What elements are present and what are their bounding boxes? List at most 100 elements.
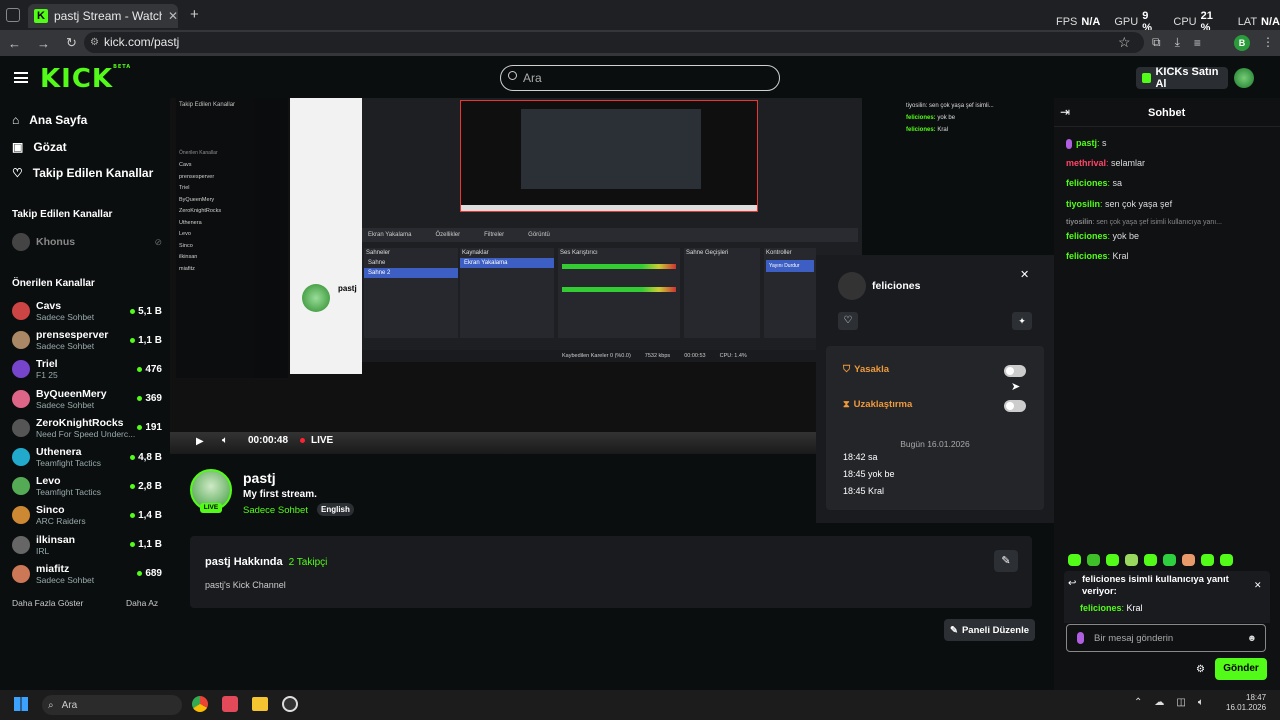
offline-icon: ⊘ <box>154 236 162 247</box>
app-icon[interactable] <box>222 696 238 712</box>
hamburger-menu-icon[interactable] <box>14 72 28 83</box>
close-tab-icon[interactable]: ✕ <box>168 9 178 23</box>
avatar <box>12 302 30 320</box>
edit-about-button[interactable]: ✎ <box>994 550 1018 572</box>
chat-username[interactable]: pastj <box>1076 138 1097 148</box>
emote-icon[interactable] <box>1087 554 1100 566</box>
chat-username[interactable]: tiyosilin <box>1066 219 1092 226</box>
taskbar-clock[interactable]: 18:47 16.01.2026 <box>1226 693 1266 713</box>
user-avatar[interactable] <box>1234 68 1254 88</box>
recommended-channel-item[interactable]: Sinco ARC Raiders 1,4 B <box>12 501 162 529</box>
reply-close-icon[interactable]: ✕ <box>1254 580 1262 591</box>
emote-icon[interactable] <box>1163 554 1176 566</box>
ban-row: ⛉ Yasakla <box>843 364 890 375</box>
taskbar-search[interactable]: ⌕ Ara <box>42 695 182 715</box>
chrome-icon[interactable] <box>192 696 208 712</box>
ban-toggle[interactable] <box>1004 365 1026 377</box>
emote-icon[interactable] <box>1144 554 1157 566</box>
recommended-channel-item[interactable]: Cavs Sadece Sohbet 5,1 B <box>12 297 162 325</box>
chat-title: Sohbet <box>1148 107 1186 119</box>
stream-category-link[interactable]: Sadece Sohbet <box>243 505 308 516</box>
profile-avatar[interactable]: B <box>1234 35 1250 51</box>
tab-list-icon[interactable] <box>6 8 20 22</box>
timeout-toggle[interactable] <box>1004 400 1026 412</box>
volume-icon[interactable]: 🔈︎ <box>1198 697 1204 708</box>
recommended-channel-item[interactable]: Levo Teamfight Tactics 2,8 B <box>12 472 162 500</box>
tab-title: pastj Stream - Watch Live on Ki <box>54 9 162 23</box>
collapse-chat-icon[interactable]: ⇥ <box>1060 105 1070 119</box>
chat-username[interactable]: feliciones <box>1066 251 1108 261</box>
chat-username[interactable]: methrival <box>1066 158 1106 168</box>
chat-message[interactable]: feliciones: Kral <box>1066 250 1266 262</box>
chat-message[interactable]: feliciones: yok be <box>1066 230 1266 242</box>
chat-username[interactable]: feliciones <box>1066 231 1108 241</box>
mod-icon: ✦ <box>1018 316 1026 326</box>
mod-action-button[interactable]: ✦ <box>1012 312 1032 330</box>
channel-name[interactable]: pastj <box>243 470 276 486</box>
site-info-icon[interactable]: ⚙ <box>90 37 99 48</box>
recommended-channel-item[interactable]: miafitz Sadece Sohbet 689 <box>12 560 162 588</box>
extensions-icon[interactable]: ⧉ <box>1152 35 1161 50</box>
nav-following[interactable]: ♡ Takip Edilen Kanallar <box>12 166 153 180</box>
download-icon[interactable]: ⤓ <box>1175 35 1180 50</box>
bookmark-star-icon[interactable]: ☆ <box>1118 34 1131 51</box>
network-icon[interactable]: ◫ <box>1176 697 1185 708</box>
channel-item-name: ZeroKnightRocks <box>36 416 124 429</box>
forward-icon[interactable]: → <box>37 36 50 51</box>
onedrive-icon[interactable]: ☁ <box>1154 697 1164 708</box>
followed-channel-item[interactable]: Khonus ⊘ <box>12 233 162 251</box>
chat-input[interactable]: Bir mesaj gönderin ☻ <box>1066 624 1266 652</box>
play-icon[interactable]: ▶ <box>196 436 204 447</box>
language-tag[interactable]: English <box>317 503 354 516</box>
recommended-channel-item[interactable]: prensesperver Sadece Sohbet 1,1 B <box>12 326 162 354</box>
edit-panel-button[interactable]: ✎ Paneli Düzenle <box>944 619 1035 641</box>
chevron-up-icon[interactable]: ⌃ <box>1134 697 1142 708</box>
recommended-channel-item[interactable]: Uthenera Teamfight Tactics 4,8 B <box>12 443 162 471</box>
nav-browse[interactable]: ▣ Gözat <box>12 140 67 154</box>
kicks-buy-button[interactable]: KICKs Satın Al <box>1136 66 1228 90</box>
browser-tab[interactable]: K pastj Stream - Watch Live on Ki ✕ <box>28 4 178 28</box>
emote-icon[interactable] <box>1201 554 1214 566</box>
chat-message[interactable]: methrival: selamlar <box>1066 157 1266 169</box>
recommended-channel-item[interactable]: ZeroKnightRocks Need For Speed Underc... 1… <box>12 414 162 442</box>
channel-item-name: Levo <box>36 475 61 488</box>
windows-start-icon[interactable] <box>14 697 28 711</box>
obs-icon[interactable] <box>282 696 298 712</box>
emote-icon[interactable] <box>1182 554 1195 566</box>
follow-user-button[interactable]: ♡ <box>838 312 858 330</box>
media-icon[interactable]: ≡ <box>1194 36 1201 50</box>
folder-icon[interactable] <box>252 697 268 711</box>
volume-icon[interactable]: 🔈︎ <box>222 435 228 446</box>
chat-message[interactable]: pastj: s <box>1066 137 1266 149</box>
recommended-channel-item[interactable]: Triel F1 25 476 <box>12 355 162 383</box>
live-indicator: LIVE <box>300 435 333 446</box>
kick-favicon-icon: K <box>34 9 48 23</box>
show-less-link[interactable]: Daha Az <box>126 598 158 608</box>
url-bar[interactable]: kick.com/pastj <box>84 32 1144 53</box>
kick-logo[interactable]: KICKBETA <box>40 64 131 94</box>
emote-icon[interactable] <box>1068 554 1081 566</box>
recommended-channel-item[interactable]: ByQueenMery Sadece Sohbet 369 <box>12 385 162 413</box>
emoji-icon[interactable]: ☻ <box>1247 633 1257 644</box>
search-input[interactable]: Ara <box>500 65 780 91</box>
popup-close-icon[interactable]: ✕ <box>1020 268 1029 281</box>
emote-icon[interactable] <box>1106 554 1119 566</box>
browser-menu-icon[interactable]: ⋮ <box>1262 35 1274 49</box>
chat-username[interactable]: tiyosilin <box>1066 199 1100 209</box>
new-tab-icon[interactable]: + <box>190 6 199 23</box>
viewer-count: 369 <box>137 393 162 404</box>
chat-reply-context[interactable]: tiyosilin: sen çok yaşa şef isimli kulla… <box>1066 217 1266 229</box>
nav-home[interactable]: ⌂ Ana Sayfa <box>12 113 87 127</box>
chat-settings-icon[interactable]: ⚙ <box>1196 664 1205 675</box>
emote-icon[interactable] <box>1220 554 1233 566</box>
show-more-link[interactable]: Daha Fazla Göster <box>12 598 83 608</box>
back-icon[interactable]: ← <box>8 36 21 51</box>
reload-icon[interactable]: ↻ <box>66 35 77 51</box>
emote-icon[interactable] <box>1125 554 1138 566</box>
chat-username[interactable]: feliciones <box>1066 178 1108 188</box>
send-button[interactable]: Gönder <box>1215 658 1267 680</box>
chat-message[interactable]: feliciones: sa <box>1066 177 1266 189</box>
chat-message[interactable]: tiyosilin: sen çok yaşa şef <box>1066 198 1266 210</box>
live-dot-icon <box>130 512 136 518</box>
recommended-channel-item[interactable]: ilkinsan IRL 1,1 B <box>12 531 162 559</box>
